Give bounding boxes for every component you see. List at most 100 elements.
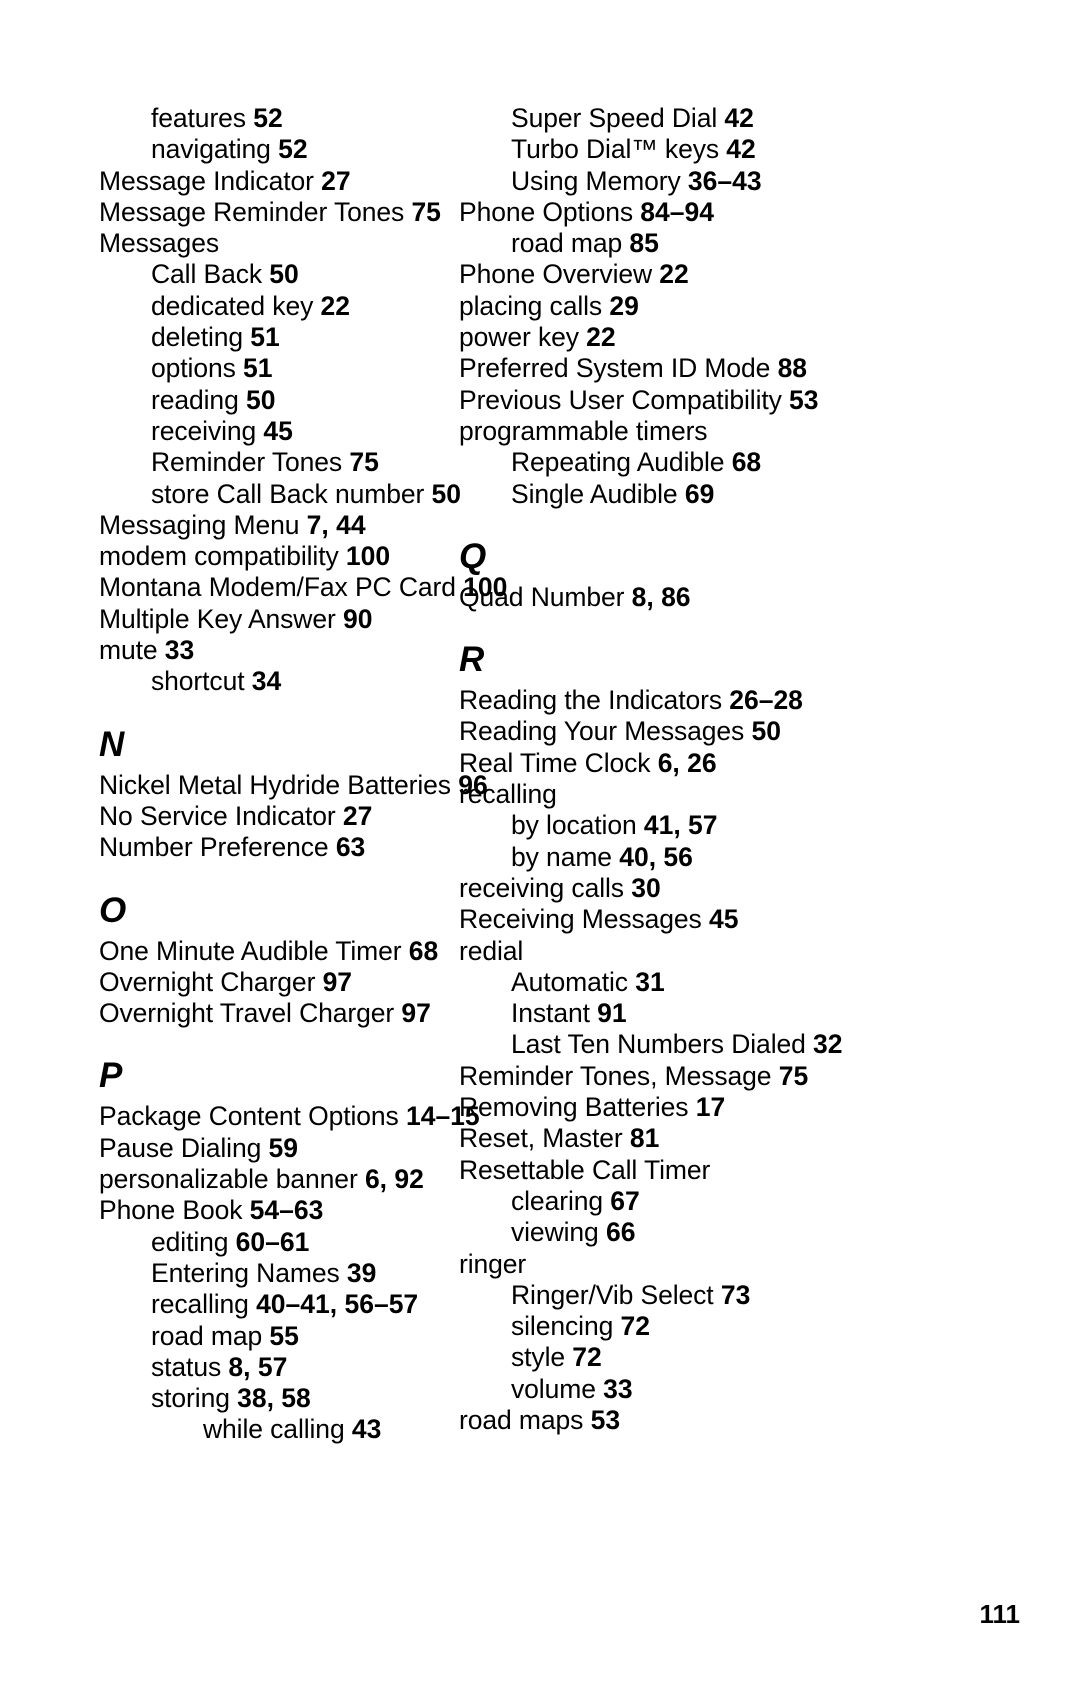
index-entry-pages: 84–94 <box>640 196 714 227</box>
index-entry: Phone Options 84–94 <box>459 197 900 228</box>
index-entry-label: Number Preference <box>99 832 329 863</box>
index-entry: No Service Indicator 27 <box>99 801 450 832</box>
index-entry: Overnight Charger 97 <box>99 967 450 998</box>
index-entry: Pause Dialing 59 <box>99 1133 450 1164</box>
index-entry-pages: 27 <box>321 165 351 196</box>
index-entry: style 72 <box>459 1342 900 1373</box>
index-entry-label: Automatic <box>511 966 628 997</box>
index-entry-label: features <box>151 103 246 133</box>
index-entry: Reading Your Messages 50 <box>459 716 900 747</box>
index-entry: editing 60–61 <box>99 1227 450 1258</box>
index-entry-label: Reminder Tones, Message <box>459 1060 772 1091</box>
index-entry-label: Entering Names <box>151 1257 340 1288</box>
index-entry-label: Package Content Options <box>99 1101 399 1132</box>
index-entry: volume 33 <box>459 1374 900 1405</box>
index-entry-label: Messaging Menu <box>99 509 300 540</box>
index-entry-label: Message Indicator <box>99 165 314 196</box>
index-entry-pages: 81 <box>629 1123 660 1154</box>
index-entry-label: shortcut <box>151 666 245 697</box>
section-letter-r: R <box>459 640 485 680</box>
index-entry-label: road map <box>511 228 623 259</box>
index-entry-label: Messages <box>99 228 219 259</box>
index-entry: Single Audible 69 <box>459 479 900 510</box>
index-entry-pages: 52 <box>278 134 308 165</box>
index-entry: Call Back 50 <box>99 259 450 290</box>
index-entry: Using Memory 36–43 <box>459 166 900 197</box>
index-entry-pages: 31 <box>635 966 665 997</box>
index-entry: Messages <box>99 228 450 259</box>
index-entry-label: clearing <box>511 1185 604 1216</box>
index-entry-label: Previous User Compatibility <box>459 384 782 415</box>
index-entry-label: Quad Number <box>459 581 625 612</box>
section-letter-q: Q <box>459 536 487 576</box>
index-entry-pages: 42 <box>724 103 754 133</box>
index-entry: road map 85 <box>459 228 900 259</box>
index-entry-label: Preferred System ID Mode <box>459 353 771 384</box>
index-entry-pages: 39 <box>346 1257 377 1288</box>
index-entry-pages: 45 <box>263 415 293 446</box>
index-entry-label: Removing Batteries <box>459 1092 689 1123</box>
index-entry-label: by name <box>511 841 612 872</box>
index-entry: Automatic 31 <box>459 967 900 998</box>
index-entry-label: Overnight Travel Charger <box>99 998 395 1029</box>
index-entry-pages: 33 <box>603 1373 633 1404</box>
index-entry: Preferred System ID Mode 88 <box>459 353 900 384</box>
index-entry: features 52 <box>99 103 450 134</box>
index-entry-label: status <box>151 1351 222 1382</box>
index-entry: personalizable banner 6, 92 <box>99 1164 450 1195</box>
index-entry-pages: 22 <box>659 259 689 290</box>
index-entry: navigating 52 <box>99 134 450 165</box>
index-entry-label: recalling <box>151 1289 249 1320</box>
index-entry-pages: 7, 44 <box>306 509 366 540</box>
index-entry-pages: 68 <box>731 447 762 478</box>
index-entry-label: Call Back <box>151 259 263 290</box>
index-entry: status 8, 57 <box>99 1352 450 1383</box>
index-entry: dedicated key 22 <box>99 291 450 322</box>
index-entry-label: dedicated key <box>151 290 314 321</box>
index-entry-pages: 27 <box>342 800 373 831</box>
index-entry-label: Resettable Call Timer <box>459 1154 711 1185</box>
index-entry-label: navigating <box>151 134 271 165</box>
index-entry-pages: 6, 26 <box>657 747 717 778</box>
index-entry-pages: 42 <box>726 134 756 165</box>
index-entry-label: Reset, Master <box>459 1123 623 1154</box>
page-number: 111 <box>979 1599 1020 1629</box>
index-entry: recalling 40–41, 56–57 <box>99 1289 450 1320</box>
index-entry: mute 33 <box>99 635 450 666</box>
index-entry-pages: 66 <box>605 1217 636 1248</box>
index-entry: Message Indicator 27 <box>99 166 450 197</box>
index-entry: by location 41, 57 <box>459 810 900 841</box>
index-entry-label: volume <box>511 1373 596 1404</box>
index-entry-pages: 8, 57 <box>228 1351 288 1382</box>
index-entry: Turbo Dial™ keys 42 <box>459 134 900 165</box>
index-entry-label: programmable timers <box>459 415 708 446</box>
index-entry-pages: 69 <box>684 478 715 509</box>
index-entry-pages: 50 <box>245 384 276 415</box>
index-entry-label: silencing <box>511 1311 614 1342</box>
index-entry-pages: 30 <box>631 872 661 903</box>
index-entry-pages: 97 <box>401 998 431 1029</box>
index-entry: clearing 67 <box>459 1186 900 1217</box>
index-entry-label: Multiple Key Answer <box>99 603 336 634</box>
index-entry-pages: 90 <box>342 603 373 634</box>
index-entry-label: Reading Your Messages <box>459 716 745 747</box>
index-entry-label: ringer <box>459 1248 527 1279</box>
index-entry: silencing 72 <box>459 1311 900 1342</box>
index-entry-label: while calling <box>203 1414 345 1445</box>
index-entry: Resettable Call Timer <box>459 1155 900 1186</box>
index-entry-label: Repeating Audible <box>511 447 725 478</box>
index-entry-pages: 67 <box>610 1185 640 1216</box>
index-entry: programmable timers <box>459 416 900 447</box>
index-entry-pages: 51 <box>243 353 273 384</box>
index-entry-pages: 6, 92 <box>364 1164 424 1195</box>
index-entry-label: Phone Options <box>459 196 634 227</box>
index-entry: Montana Modem/Fax PC Card 100 <box>99 572 507 603</box>
index-entry: receiving calls 30 <box>459 873 900 904</box>
index-entry: Receiving Messages 45 <box>459 904 900 935</box>
index-entry-pages: 17 <box>695 1092 726 1123</box>
index-entry-label: recalling <box>459 779 557 810</box>
index-entry-pages: 72 <box>572 1342 602 1373</box>
index-entry-pages: 32 <box>813 1029 843 1060</box>
index-entry-pages: 68 <box>408 935 439 966</box>
index-entry-label: Single Audible <box>511 478 678 509</box>
